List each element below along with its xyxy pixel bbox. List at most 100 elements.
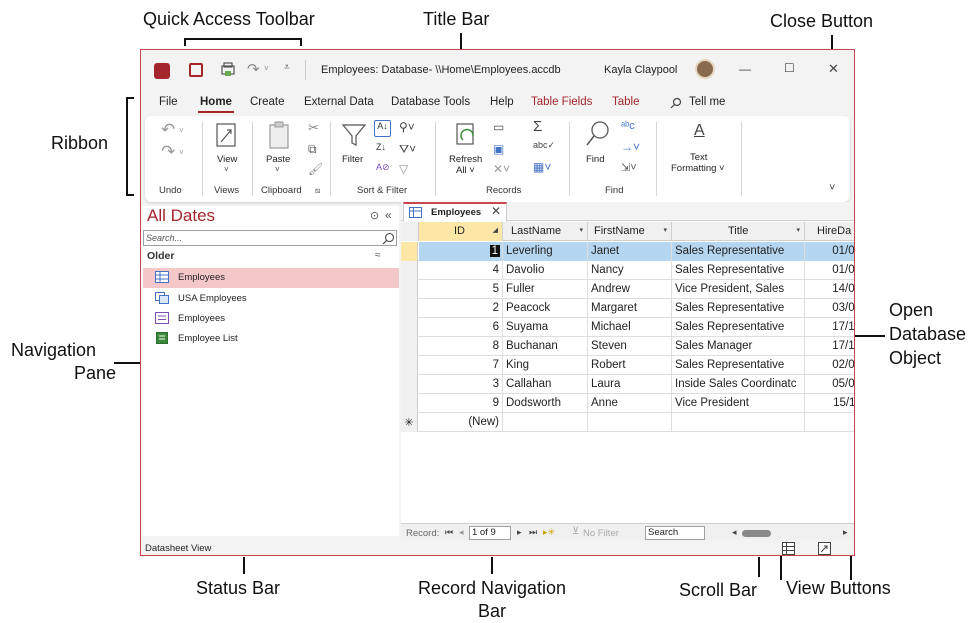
first-record-icon[interactable]: ⏮ <box>445 527 453 538</box>
cell-firstname[interactable]: Steven <box>588 337 672 356</box>
tab-home[interactable]: Home <box>200 96 232 108</box>
tab-create[interactable]: Create <box>250 96 285 108</box>
cell-title[interactable]: Sales Manager <box>672 337 805 356</box>
cell-firstname[interactable]: Anne <box>588 394 672 413</box>
customize-qat-icon[interactable]: ⩡ <box>284 62 290 73</box>
nav-item-employees-table[interactable]: Employees <box>143 268 399 288</box>
record-selector[interactable] <box>401 280 418 299</box>
selection-filter-icon[interactable]: ⚲˅ <box>399 120 415 134</box>
table-row[interactable]: 8 Buchanan Steven Sales Manager 17/10 <box>401 337 854 356</box>
column-dropdown-icon[interactable]: ▾ <box>663 226 667 234</box>
last-record-icon[interactable]: ⏭ <box>529 527 537 538</box>
column-header-hiredate[interactable]: HireDa <box>805 222 854 241</box>
totals-icon[interactable]: Σ <box>533 118 542 135</box>
column-header-firstname[interactable]: FirstName ▾ <box>588 222 672 241</box>
scroll-right-icon[interactable]: ▸ <box>843 527 848 538</box>
cell-lastname[interactable]: Leverling <box>503 242 588 261</box>
text-formatting-label[interactable]: Formatting ˅ <box>671 163 725 174</box>
cell-lastname[interactable]: Dodsworth <box>503 394 588 413</box>
cell-lastname[interactable]: Peacock <box>503 299 588 318</box>
filter-status[interactable]: No Filter <box>583 528 619 539</box>
cell-hiredate[interactable]: 02/01 <box>805 356 854 375</box>
avatar[interactable] <box>695 59 715 79</box>
cell-firstname[interactable]: Robert <box>588 356 672 375</box>
record-selector[interactable] <box>401 318 418 337</box>
empty-cell[interactable] <box>503 413 588 432</box>
table-row[interactable]: 4 Davolio Nancy Sales Representative 01/05 <box>401 261 854 280</box>
spelling-icon[interactable]: abc✓ <box>533 140 555 151</box>
redo-icon[interactable]: ↷ <box>247 60 260 78</box>
table-row[interactable]: 7 King Robert Sales Representative 02/01 <box>401 356 854 375</box>
record-selector[interactable] <box>401 356 418 375</box>
text-formatting-button[interactable]: Text <box>690 152 707 163</box>
nav-search-box[interactable]: Search... <box>143 230 397 246</box>
nav-item-employees-form[interactable]: Employees <box>143 309 399 329</box>
cell-title[interactable]: Inside Sales Coordinatc <box>672 375 805 394</box>
record-selector[interactable] <box>401 337 418 356</box>
document-tab-employees[interactable]: Employees ✕ <box>403 202 507 222</box>
sort-descending-icon[interactable]: Z↓ <box>376 142 386 152</box>
cell-id[interactable]: 5 <box>419 280 503 299</box>
cell-firstname[interactable]: Margaret <box>588 299 672 318</box>
cell-firstname[interactable]: Michael <box>588 318 672 337</box>
cell-firstname[interactable]: Nancy <box>588 261 672 280</box>
save-record-icon[interactable]: ▣ <box>493 142 504 156</box>
cell-firstname[interactable]: Andrew <box>588 280 672 299</box>
cell-lastname[interactable]: Callahan <box>503 375 588 394</box>
tab-external-data[interactable]: External Data <box>304 96 374 108</box>
nav-search-input[interactable]: Search... <box>146 233 182 243</box>
cell-hiredate[interactable]: 01/04 <box>805 242 854 261</box>
cell-title[interactable]: Vice President, Sales <box>672 280 805 299</box>
cell-firstname[interactable]: Janet <box>588 242 672 261</box>
cell-id[interactable]: 2 <box>419 299 503 318</box>
cell-id[interactable]: 6 <box>419 318 503 337</box>
cell-id[interactable]: 3 <box>419 375 503 394</box>
cell-hiredate[interactable]: 03/05 <box>805 299 854 318</box>
copy-icon[interactable]: ⧉ <box>308 142 317 157</box>
horizontal-scrollbar-thumb[interactable] <box>742 530 771 537</box>
save-icon[interactable] <box>189 63 203 77</box>
next-record-icon[interactable]: ▸ <box>517 527 522 538</box>
cell-hiredate[interactable]: 14/08 <box>805 280 854 299</box>
column-dropdown-icon[interactable]: ▾ <box>579 226 583 234</box>
tell-me-search-icon[interactable] <box>670 97 682 109</box>
tab-database-tools[interactable]: Database Tools <box>391 96 470 108</box>
column-header-title[interactable]: Title ▾ <box>672 222 805 241</box>
refresh-all-dropdown[interactable]: All ˅ <box>456 165 475 176</box>
nav-pane-menu-icon[interactable]: ⊙ <box>370 209 379 222</box>
tab-help[interactable]: Help <box>490 96 514 108</box>
redo-ribbon-dropdown-icon[interactable]: ˅ <box>179 148 184 157</box>
column-dropdown-icon[interactable]: ▾ <box>796 226 800 234</box>
cell-firstname[interactable]: Laura <box>588 375 672 394</box>
cell-lastname[interactable]: Buchanan <box>503 337 588 356</box>
remove-sort-icon[interactable]: A⊘ <box>376 162 390 173</box>
cell-title[interactable]: Vice President <box>672 394 805 413</box>
no-filter-icon[interactable]: ⊻ <box>572 526 579 537</box>
cell-hiredate[interactable]: 17/10 <box>805 318 854 337</box>
nav-item-employee-list-report[interactable]: Employee List <box>143 329 399 349</box>
cell-title[interactable]: Sales Representative <box>672 299 805 318</box>
format-painter-icon[interactable]: 🖌 <box>308 162 323 176</box>
refresh-all-button[interactable]: Refresh <box>449 154 482 165</box>
find-icon[interactable] <box>585 120 611 148</box>
record-selector[interactable] <box>401 242 418 261</box>
user-name[interactable]: Kayla Claypool <box>604 64 677 76</box>
filter-button[interactable]: Filter <box>342 154 363 165</box>
empty-cell[interactable] <box>672 413 805 432</box>
cell-id[interactable]: (New) <box>419 413 503 432</box>
table-row[interactable]: 6 Suyama Michael Sales Representative 17/10 <box>401 318 854 337</box>
record-selector[interactable] <box>401 299 418 318</box>
table-row[interactable]: 9 Dodsworth Anne Vice President 15/11 <box>401 394 854 413</box>
tell-me-field[interactable]: Tell me <box>689 96 725 108</box>
text-formatting-icon[interactable]: A <box>694 122 705 140</box>
cell-hiredate[interactable]: 15/11 <box>805 394 854 413</box>
refresh-icon[interactable] <box>453 122 479 148</box>
replace-icon[interactable]: ᵃᵇc <box>621 120 635 132</box>
maximize-button[interactable]: ☐ <box>784 61 795 75</box>
view-button[interactable]: View <box>217 154 237 165</box>
column-sort-icon[interactable]: ◢ <box>493 226 498 234</box>
nav-group-collapse-icon[interactable]: ≈ <box>375 250 381 261</box>
cell-title[interactable]: Sales Representative <box>672 261 805 280</box>
empty-cell[interactable] <box>805 413 854 432</box>
column-header-id[interactable]: ID ◢ <box>419 222 503 241</box>
